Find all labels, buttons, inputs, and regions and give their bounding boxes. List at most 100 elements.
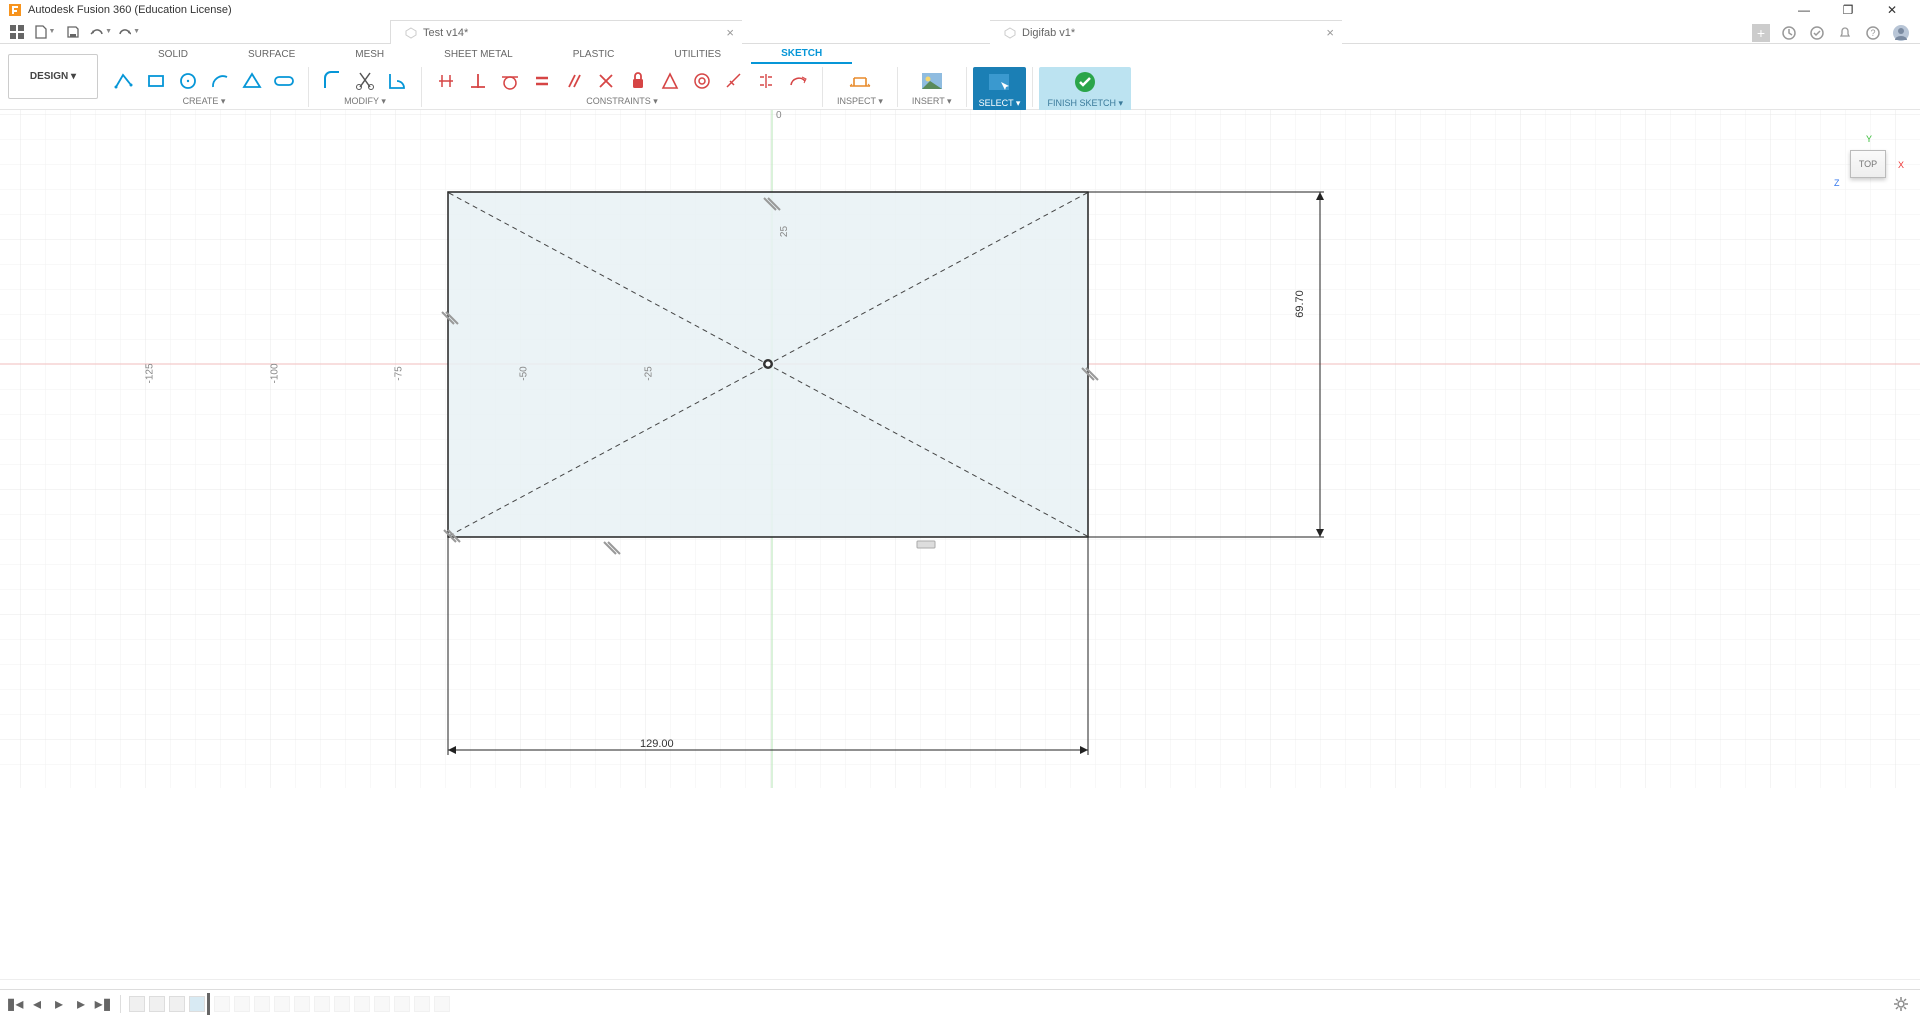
horizontal-constraint-icon[interactable] (432, 67, 460, 95)
insert-button[interactable]: INSERT ▾ (904, 67, 960, 107)
window-maximize-button[interactable]: ❐ (1828, 1, 1868, 19)
view-cube[interactable]: Y X Z TOP (1844, 136, 1892, 184)
file-menu-icon[interactable]: ▼ (34, 22, 56, 42)
tab-sketch[interactable]: SKETCH (751, 45, 852, 64)
insert-icon (915, 67, 949, 95)
user-avatar-icon[interactable] (1892, 24, 1910, 42)
timeline-play-icon[interactable]: ▸ (50, 995, 68, 1013)
window-close-button[interactable]: ✕ (1872, 1, 1912, 19)
new-tab-button[interactable]: + (1752, 24, 1770, 42)
polygon-tool-icon[interactable] (238, 67, 266, 95)
sketch-canvas[interactable]: -125 -100 -75 -50 -25 0 25 129.00 69.70 … (0, 110, 1920, 788)
timeline-feature[interactable] (274, 996, 290, 1012)
timeline-feature[interactable] (254, 996, 270, 1012)
fix-constraint-icon[interactable] (624, 67, 652, 95)
timeline-feature[interactable] (149, 996, 165, 1012)
group-create: CREATE ▾ (106, 67, 302, 113)
group-modify-label[interactable]: MODIFY ▾ (344, 96, 386, 107)
document-tab-2[interactable]: Digifab v1* × (990, 20, 1342, 44)
timeline-feature[interactable] (334, 996, 350, 1012)
save-icon[interactable] (62, 22, 84, 42)
group-create-label[interactable]: CREATE ▾ (183, 96, 226, 107)
timeline-feature[interactable] (214, 996, 230, 1012)
tab-close-icon[interactable]: × (726, 25, 734, 40)
timeline-feature[interactable] (314, 996, 330, 1012)
header-right-icons: + ? (1752, 22, 1910, 44)
perpendicular-constraint-icon[interactable] (592, 67, 620, 95)
vertical-constraint-icon[interactable] (464, 67, 492, 95)
group-constraints: CONSTRAINTS ▾ (428, 67, 816, 113)
extend-tool-icon[interactable] (383, 67, 411, 95)
status-bar (0, 979, 1920, 989)
fillet-tool-icon[interactable] (319, 67, 347, 95)
ruler-n25: -25 (644, 366, 655, 380)
timeline-start-icon[interactable]: ▮◂ (6, 995, 24, 1013)
group-constraints-label[interactable]: CONSTRAINTS ▾ (586, 96, 658, 107)
tab-sheet-metal[interactable]: SHEET METAL (414, 46, 543, 63)
timeline-feature[interactable] (189, 996, 205, 1012)
timeline-end-icon[interactable]: ▸▮ (94, 995, 112, 1013)
ruler-n100: -100 (270, 363, 281, 383)
tab-mesh[interactable]: MESH (325, 46, 414, 63)
trim-tool-icon[interactable] (351, 67, 379, 95)
equal-constraint-icon[interactable] (528, 67, 556, 95)
inspect-icon (843, 67, 877, 95)
timeline-prev-icon[interactable]: ◂ (28, 995, 46, 1013)
timeline: ▮◂ ◂ ▸ ▸ ▸▮ (0, 989, 1920, 1017)
window-minimize-button[interactable]: — (1784, 1, 1824, 19)
timeline-settings-icon[interactable] (1892, 995, 1910, 1013)
ribbon: DESIGN ▾ SOLID SURFACE MESH SHEET METAL … (0, 44, 1920, 110)
data-panel-icon[interactable] (6, 22, 28, 42)
redo-icon[interactable]: ▼ (118, 22, 140, 42)
ruler-n50: -50 (519, 366, 530, 380)
view-cube-face[interactable]: TOP (1850, 150, 1886, 178)
timeline-playhead[interactable] (207, 993, 210, 1015)
undo-icon[interactable]: ▼ (90, 22, 112, 42)
select-button[interactable]: SELECT ▾ (973, 67, 1027, 111)
ruler-n125: -125 (145, 363, 156, 383)
quick-access-bar: ▼ ▼ ▼ (0, 20, 1920, 44)
workspace-label: DESIGN ▾ (30, 71, 76, 82)
tab-solid[interactable]: SOLID (128, 46, 218, 63)
tangent-constraint-icon[interactable] (496, 67, 524, 95)
document-tab-2-label: Digifab v1* (1022, 27, 1075, 39)
timeline-feature[interactable] (129, 996, 145, 1012)
timeline-feature[interactable] (374, 996, 390, 1012)
workspace-switcher[interactable]: DESIGN ▾ (8, 54, 98, 99)
timeline-feature[interactable] (354, 996, 370, 1012)
timeline-feature[interactable] (394, 996, 410, 1012)
tab-close-icon[interactable]: × (1326, 25, 1334, 40)
timeline-feature[interactable] (414, 996, 430, 1012)
notifications-icon[interactable] (1836, 24, 1854, 42)
document-tab-1[interactable]: Test v14* × (390, 20, 742, 44)
document-tab-1-label: Test v14* (423, 27, 468, 39)
timeline-feature[interactable] (169, 996, 185, 1012)
symmetry-constraint-icon[interactable] (752, 67, 780, 95)
finish-sketch-button[interactable]: FINISH SKETCH ▾ (1039, 67, 1131, 111)
parallel-constraint-icon[interactable] (560, 67, 588, 95)
tab-utilities[interactable]: UTILITIES (644, 46, 751, 63)
curvature-constraint-icon[interactable] (784, 67, 812, 95)
circle-tool-icon[interactable] (174, 67, 202, 95)
slot-tool-icon[interactable] (270, 67, 298, 95)
timeline-feature[interactable] (294, 996, 310, 1012)
inspect-button[interactable]: INSPECT ▾ (829, 67, 891, 107)
line-tool-icon[interactable] (110, 67, 138, 95)
collinear-constraint-icon[interactable] (720, 67, 748, 95)
midpoint-constraint-icon[interactable] (656, 67, 684, 95)
job-status-icon[interactable] (1808, 24, 1826, 42)
document-tabs-right: Digifab v1* × (990, 20, 1342, 44)
extensions-icon[interactable] (1780, 24, 1798, 42)
tab-plastic[interactable]: PLASTIC (543, 46, 645, 63)
help-icon[interactable]: ? (1864, 24, 1882, 42)
timeline-next-icon[interactable]: ▸ (72, 995, 90, 1013)
dim-height[interactable]: 69.70 (1294, 290, 1306, 318)
rectangle-tool-icon[interactable] (142, 67, 170, 95)
arc-tool-icon[interactable] (206, 67, 234, 95)
timeline-feature[interactable] (434, 996, 450, 1012)
concentric-constraint-icon[interactable] (688, 67, 716, 95)
select-label: SELECT ▾ (979, 98, 1021, 109)
tab-surface[interactable]: SURFACE (218, 46, 325, 63)
dim-width[interactable]: 129.00 (640, 738, 674, 750)
timeline-feature[interactable] (234, 996, 250, 1012)
